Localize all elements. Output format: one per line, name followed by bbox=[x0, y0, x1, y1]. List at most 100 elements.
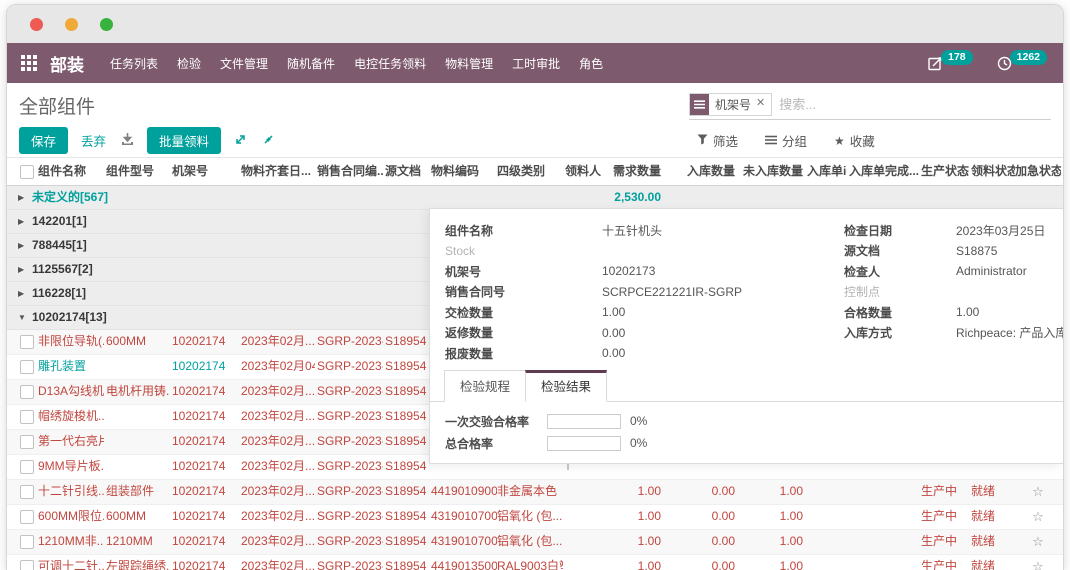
download-button[interactable] bbox=[119, 131, 136, 151]
cell-model: 600MM bbox=[106, 505, 170, 528]
nav-menu-item[interactable]: 角色 bbox=[579, 55, 603, 72]
row-checkbox[interactable] bbox=[20, 485, 34, 499]
cell-contract: SGRP-2023-... bbox=[317, 505, 383, 528]
field-label: Stock bbox=[445, 244, 602, 258]
column-header-notstock[interactable]: 未入库数量 bbox=[743, 158, 803, 185]
cell-code: 4319010700... bbox=[431, 530, 497, 553]
column-header-picker[interactable]: 领料人 bbox=[565, 158, 601, 185]
save-button[interactable]: 保存 bbox=[19, 127, 68, 154]
nav-menu-item[interactable]: 任务列表 bbox=[110, 55, 158, 72]
column-header-code[interactable]: 物料编码 bbox=[431, 158, 497, 185]
nav-menu-item[interactable]: 文件管理 bbox=[220, 55, 268, 72]
column-header-instock[interactable]: 入库数量 bbox=[671, 158, 735, 185]
group-label: 142201[1] bbox=[32, 210, 87, 233]
nav-menu-item[interactable]: 检验 bbox=[177, 55, 201, 72]
row-checkbox[interactable] bbox=[20, 360, 34, 374]
timesheet-button[interactable]: 1262 bbox=[997, 56, 1049, 71]
row-checkbox[interactable] bbox=[20, 335, 34, 349]
column-header-demand[interactable]: 需求数量 bbox=[603, 158, 661, 185]
column-header-prodstate[interactable]: 生产状态 bbox=[921, 158, 969, 185]
field-value[interactable]: Administrator bbox=[956, 264, 1027, 278]
column-header-rack[interactable]: 机架号 bbox=[172, 158, 238, 185]
nav-menu-item[interactable]: 物料管理 bbox=[445, 55, 493, 72]
search-bar[interactable]: 机架号 ✕ bbox=[689, 93, 1051, 120]
column-header-date[interactable]: 物料齐套日... bbox=[241, 158, 315, 185]
field-value[interactable]: 十五针机头 bbox=[602, 222, 662, 239]
cell-instock: 0.00 bbox=[671, 530, 735, 553]
field-row: 组件名称十五针机头 bbox=[445, 220, 742, 241]
cell-instock: 0.00 bbox=[671, 480, 735, 503]
field-label: 入库方式 bbox=[844, 324, 956, 341]
column-header-contract[interactable]: 销售合同编... bbox=[317, 158, 383, 185]
tab-inspection-procedure[interactable]: 检验规程 bbox=[444, 370, 525, 402]
app-title[interactable]: 部装 bbox=[50, 51, 84, 76]
row-checkbox[interactable] bbox=[20, 460, 34, 474]
result-field-label: 一次交验合格率 bbox=[445, 413, 547, 430]
urgent-star-icon[interactable]: ☆ bbox=[1015, 480, 1061, 503]
cell-name[interactable]: 雕孔装置 bbox=[38, 355, 104, 378]
cell-demand: 1.00 bbox=[603, 555, 661, 570]
column-header-category[interactable]: 四级类别 bbox=[497, 158, 563, 185]
cell-rack[interactable]: 10202174 bbox=[172, 355, 238, 378]
groupby-button[interactable]: 分组 bbox=[765, 131, 807, 150]
discard-button[interactable]: 丢弃 bbox=[79, 127, 108, 154]
group-caret-icon: ▶ bbox=[18, 282, 24, 305]
column-header-source[interactable]: 源文档 bbox=[385, 158, 429, 185]
column-header-orderid[interactable]: 入库单id bbox=[807, 158, 847, 185]
result-field-row: 总合格率0% bbox=[445, 432, 647, 454]
column-header-orderdone[interactable]: 入库单完成... bbox=[849, 158, 919, 185]
field-row: 交检数量1.00 bbox=[445, 302, 742, 323]
field-row: 返修数量0.00 bbox=[445, 323, 742, 344]
row-checkbox[interactable] bbox=[20, 510, 34, 524]
clock-count-badge[interactable]: 1262 bbox=[1010, 50, 1047, 65]
cell-name: 可调十二针... bbox=[38, 555, 104, 570]
urgent-star-icon[interactable]: ☆ bbox=[1015, 555, 1061, 570]
select-all-checkbox[interactable] bbox=[20, 165, 34, 179]
field-value[interactable]: Richpeace: 产品入库 bbox=[956, 324, 1064, 341]
activities-button[interactable]: 178 bbox=[928, 56, 975, 71]
cell-demand: 1.00 bbox=[603, 530, 661, 553]
cell-source: S18954 bbox=[385, 330, 429, 353]
facet-bars-icon bbox=[690, 94, 709, 115]
row-checkbox[interactable] bbox=[20, 560, 34, 570]
row-checkbox[interactable] bbox=[20, 535, 34, 549]
column-header-model[interactable]: 组件型号 bbox=[106, 158, 170, 185]
cell-date: 2023年02月... bbox=[241, 430, 315, 453]
nav-menu-item[interactable]: 随机备件 bbox=[287, 55, 335, 72]
cell-date: 2023年02月... bbox=[241, 530, 315, 553]
apps-grid-icon[interactable] bbox=[21, 55, 37, 71]
expand-button[interactable] bbox=[232, 131, 249, 151]
field-label: 控制点 bbox=[844, 283, 956, 300]
edit-count-badge[interactable]: 178 bbox=[941, 50, 973, 65]
groupby-facet[interactable]: 机架号 ✕ bbox=[689, 93, 772, 116]
minimize-window-button[interactable] bbox=[65, 18, 78, 31]
urgent-star-icon[interactable]: ☆ bbox=[1015, 530, 1061, 553]
progress-input[interactable] bbox=[547, 414, 621, 429]
group-row[interactable]: ▶未定义的[567]2,530.00 bbox=[7, 186, 1063, 210]
nav-menu-item[interactable]: 工时审批 bbox=[512, 55, 560, 72]
row-checkbox[interactable] bbox=[20, 385, 34, 399]
favorites-button[interactable]: ★ 收藏 bbox=[834, 131, 875, 150]
row-checkbox[interactable] bbox=[20, 435, 34, 449]
field-value[interactable]: 10202173 bbox=[602, 264, 655, 278]
column-header-name[interactable]: 组件名称 bbox=[38, 158, 104, 185]
filter-button[interactable]: 筛选 bbox=[697, 131, 738, 150]
cell-category: 铝氧化 (包... bbox=[497, 530, 563, 553]
groupby-label: 分组 bbox=[782, 131, 807, 150]
progress-input[interactable] bbox=[547, 436, 621, 451]
maximize-window-button[interactable] bbox=[100, 18, 113, 31]
collapse-button[interactable] bbox=[260, 131, 277, 151]
column-header-pickstate[interactable]: 领料状态 bbox=[971, 158, 1015, 185]
batch-picking-button[interactable]: 批量领料 bbox=[147, 127, 221, 154]
column-header-urgent[interactable]: 加急状态 bbox=[1015, 158, 1061, 185]
urgent-star-icon[interactable]: ☆ bbox=[1015, 505, 1061, 528]
facet-remove-icon[interactable]: ✕ bbox=[755, 94, 771, 115]
cell-prodstate: 生产中 bbox=[921, 530, 969, 553]
nav-menu-item[interactable]: 电控任务领料 bbox=[354, 55, 426, 72]
cell-date: 2023年02月... bbox=[241, 455, 315, 478]
close-window-button[interactable] bbox=[30, 18, 43, 31]
cell-source: S18954 bbox=[385, 505, 429, 528]
row-checkbox[interactable] bbox=[20, 410, 34, 424]
search-input[interactable] bbox=[772, 96, 1051, 113]
tab-inspection-result[interactable]: 检验结果 bbox=[525, 370, 607, 402]
